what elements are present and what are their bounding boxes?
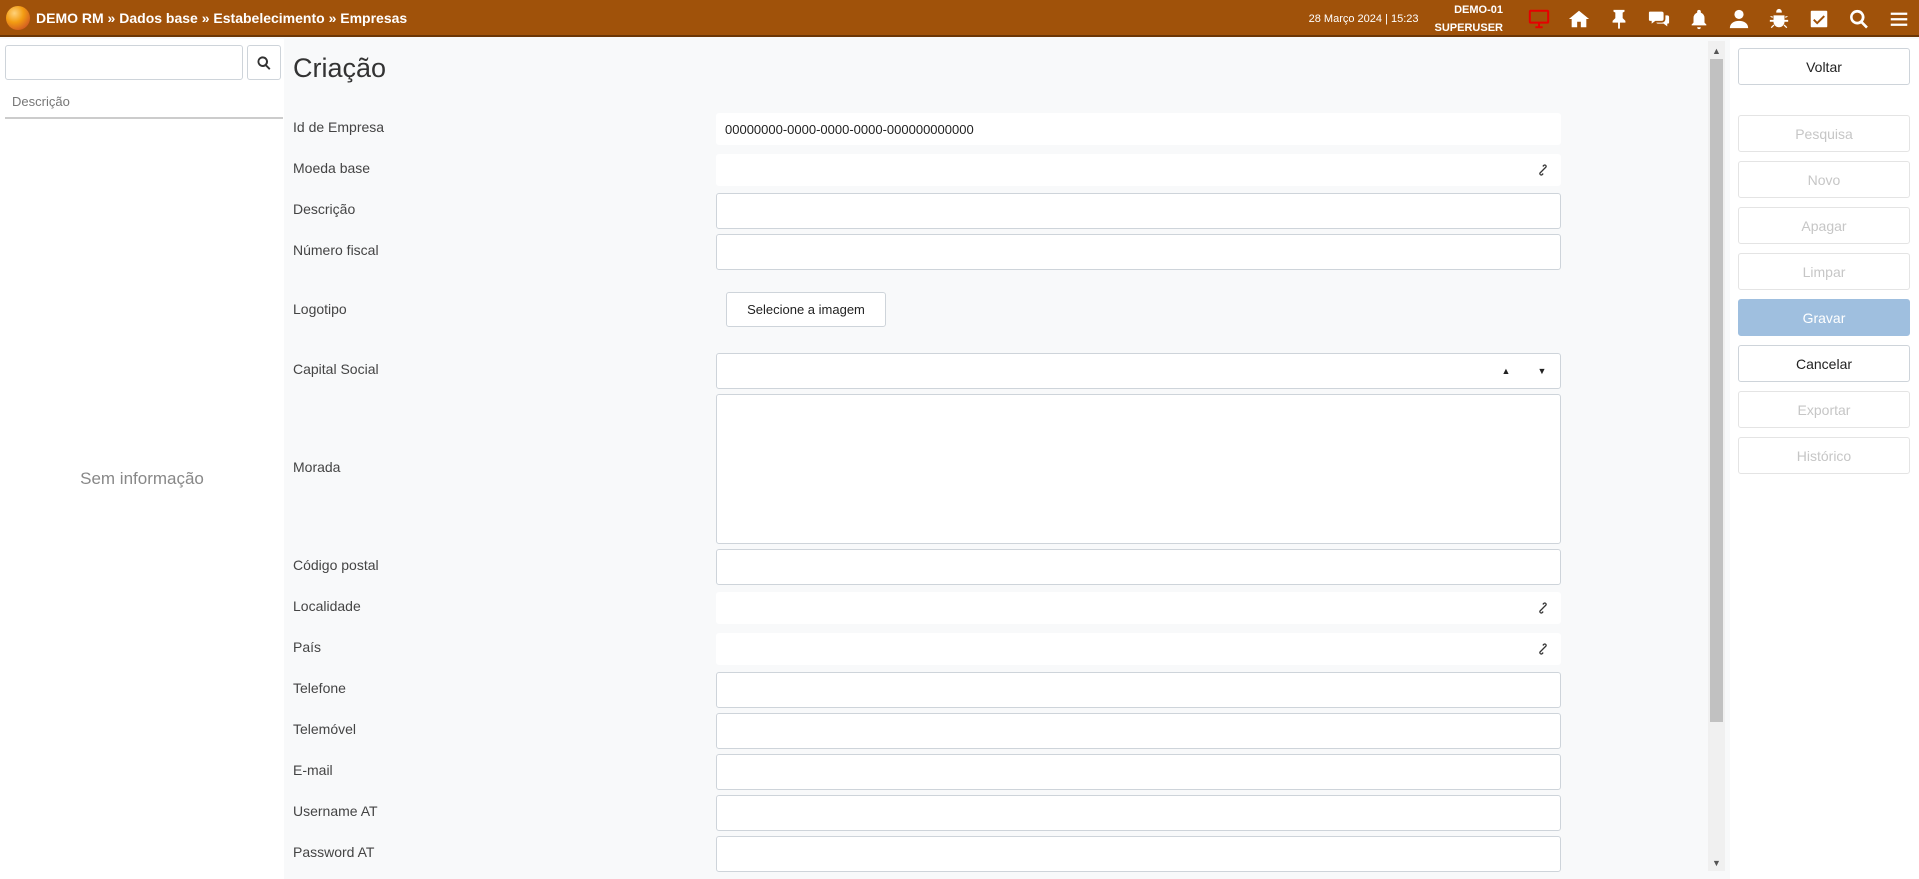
numero-fiscal-input[interactable] — [716, 234, 1561, 270]
breadcrumb-estabelecimento[interactable]: Estabelecimento — [213, 10, 324, 26]
checkbox-icon[interactable] — [1799, 0, 1839, 37]
logotipo-label: Logotipo — [293, 301, 347, 317]
search-icon — [257, 55, 271, 70]
search-icon[interactable] — [1839, 0, 1879, 37]
username: SUPERUSER — [1434, 21, 1503, 34]
scrollbar-thumb[interactable] — [1710, 59, 1723, 722]
select-image-button[interactable]: Selecione a imagem — [726, 292, 886, 327]
moeda-base-field[interactable] — [716, 154, 1561, 186]
list-column-header[interactable]: Descrição — [5, 91, 283, 119]
breadcrumb-dados-base[interactable]: Dados base — [119, 10, 198, 26]
link-icon[interactable] — [1535, 162, 1551, 178]
back-button[interactable]: Voltar — [1738, 48, 1910, 85]
breadcrumb-separator: » — [324, 9, 341, 26]
username-at-label: Username AT — [293, 803, 378, 819]
id-empresa-label: Id de Empresa — [293, 119, 385, 135]
telemovel-label: Telemóvel — [293, 721, 357, 737]
breadcrumb: DEMO RM » Dados base » Estabelecimento »… — [36, 10, 407, 26]
home-icon[interactable] — [1559, 0, 1599, 37]
codigo-postal-input[interactable] — [716, 549, 1561, 585]
form-scrollbar[interactable]: ▲ ▼ — [1708, 41, 1725, 871]
morada-textarea[interactable] — [716, 394, 1561, 544]
morada-label: Morada — [293, 459, 341, 475]
decrement-icon[interactable]: ▼ — [1524, 354, 1560, 388]
chat-icon[interactable] — [1639, 0, 1679, 37]
capital-social-label: Capital Social — [293, 361, 379, 377]
numero-fiscal-label: Número fiscal — [293, 242, 379, 258]
datetime: 28 Março 2024 | 15:23 — [1308, 12, 1419, 25]
id-empresa-field: 00000000-0000-0000-0000-000000000000 — [716, 113, 1561, 145]
actions-panel: Voltar Pesquisa Novo Apagar Limpar Grava… — [1730, 39, 1919, 879]
list-search-button[interactable] — [247, 45, 281, 80]
telefone-input[interactable] — [716, 672, 1561, 708]
bell-icon[interactable] — [1679, 0, 1719, 37]
monitor-icon[interactable] — [1519, 0, 1559, 37]
scroll-up-icon[interactable]: ▲ — [1708, 43, 1725, 59]
page-title: Criação — [293, 53, 387, 83]
link-icon[interactable] — [1535, 600, 1551, 616]
cancel-button[interactable]: Cancelar — [1738, 345, 1910, 382]
pais-field[interactable] — [716, 633, 1561, 665]
top-bar: DEMO RM » Dados base » Estabelecimento »… — [0, 0, 1919, 37]
company-code: DEMO-01 — [1454, 3, 1503, 16]
breadcrumb-separator: » — [197, 9, 214, 26]
password-at-label: Password AT — [293, 844, 375, 860]
descricao-input[interactable] — [716, 193, 1561, 229]
form-area: Criação Id de Empresa 00000000-0000-0000… — [288, 39, 1708, 879]
password-at-input[interactable] — [716, 836, 1561, 872]
list-panel: Descrição Sem informação — [0, 39, 284, 879]
email-label: E-mail — [293, 762, 333, 778]
capital-social-input[interactable]: ▲ ▼ — [716, 353, 1561, 389]
scroll-down-icon[interactable]: ▼ — [1708, 855, 1725, 871]
menu-icon[interactable] — [1879, 0, 1919, 37]
new-button[interactable]: Novo — [1738, 161, 1910, 198]
breadcrumb-app[interactable]: DEMO RM — [36, 10, 104, 26]
descricao-label: Descrição — [293, 201, 356, 217]
export-button[interactable]: Exportar — [1738, 391, 1910, 428]
localidade-field[interactable] — [716, 592, 1561, 624]
save-button[interactable]: Gravar — [1738, 299, 1910, 336]
app-logo[interactable] — [6, 5, 30, 30]
pin-icon[interactable] — [1599, 0, 1639, 37]
breadcrumb-empresas[interactable]: Empresas — [340, 10, 407, 26]
email-input[interactable] — [716, 754, 1561, 790]
moeda-base-label: Moeda base — [293, 160, 371, 176]
delete-button[interactable]: Apagar — [1738, 207, 1910, 244]
telefone-label: Telefone — [293, 680, 346, 696]
user-icon[interactable] — [1719, 0, 1759, 37]
username-at-input[interactable] — [716, 795, 1561, 831]
breadcrumb-separator: » — [103, 9, 120, 26]
history-button[interactable]: Histórico — [1738, 437, 1910, 474]
bug-icon[interactable] — [1759, 0, 1799, 37]
localidade-label: Localidade — [293, 598, 361, 614]
empty-state-text: Sem informação — [80, 469, 204, 488]
search-button[interactable]: Pesquisa — [1738, 115, 1910, 152]
user-info[interactable]: DEMO-01 SUPERUSER — [1435, 1, 1503, 37]
codigo-postal-label: Código postal — [293, 557, 379, 573]
telemovel-input[interactable] — [716, 713, 1561, 749]
pais-label: País — [293, 639, 322, 655]
link-icon[interactable] — [1535, 641, 1551, 657]
list-search-input[interactable] — [5, 45, 243, 80]
increment-icon[interactable]: ▲ — [1488, 354, 1524, 388]
clear-button[interactable]: Limpar — [1738, 253, 1910, 290]
